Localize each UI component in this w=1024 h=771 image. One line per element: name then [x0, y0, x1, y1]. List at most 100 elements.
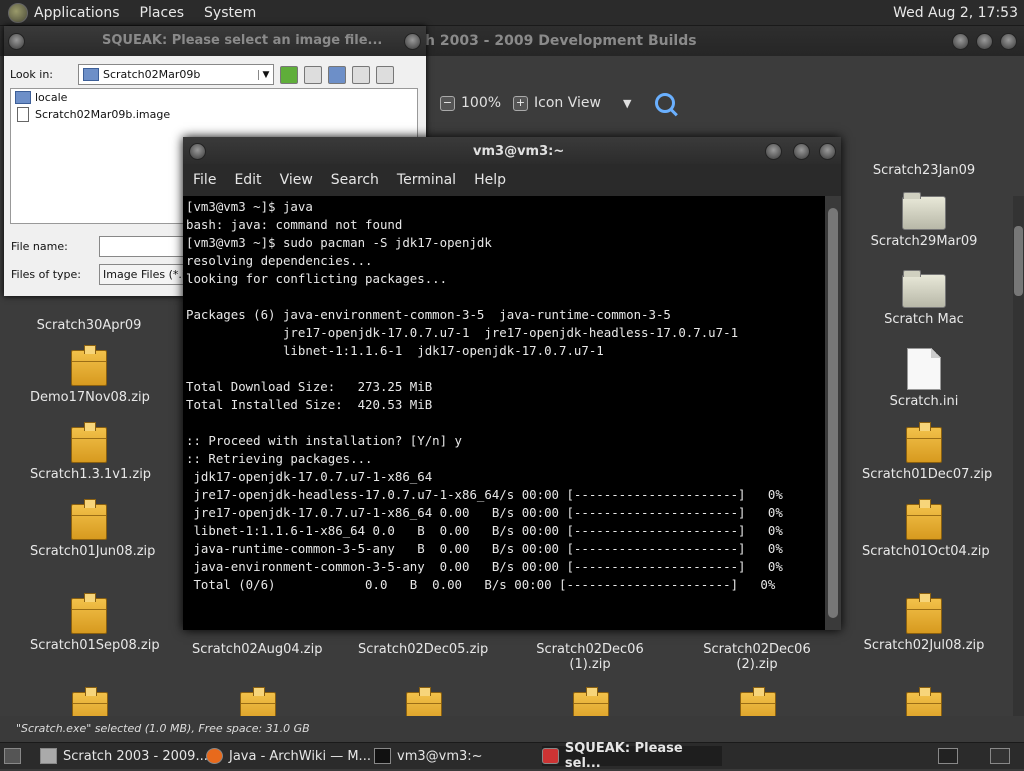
- details-view-icon[interactable]: [376, 65, 394, 84]
- list-item[interactable]: Scratch02Mar09b.image: [11, 106, 417, 123]
- maximize-button[interactable]: [793, 143, 810, 160]
- document-icon: [907, 348, 941, 390]
- window-menu-button[interactable]: [8, 33, 25, 50]
- places-menu[interactable]: Places: [140, 5, 185, 21]
- terminal-line: looking for conflicting packages...: [186, 271, 448, 286]
- terminal-scrollbar[interactable]: [825, 196, 841, 630]
- file-name-input[interactable]: [99, 236, 191, 257]
- file-icon-item[interactable]: Demo17Nov08.zip: [30, 345, 150, 405]
- file-icon-item[interactable]: Scratch02Dec06 (1).zip: [516, 642, 664, 672]
- up-folder-icon[interactable]: [280, 65, 298, 84]
- file-icon-item[interactable]: Scratch02Dec06 (2).zip: [692, 642, 822, 672]
- task-terminal[interactable]: vm3@vm3:~: [374, 746, 483, 766]
- file-label: Scratch Mac: [884, 312, 964, 327]
- terminal-titlebar[interactable]: vm3@vm3:~: [183, 137, 841, 164]
- terminal-line: bash: java: command not found: [186, 217, 403, 232]
- taskbar: Scratch 2003 - 2009... Java - ArchWiki —…: [0, 741, 1024, 771]
- system-menu[interactable]: System: [204, 5, 256, 21]
- file-icon-item[interactable]: Scratch01Dec07.zip: [862, 422, 993, 482]
- file-icon-item[interactable]: Scratch1.3.1v1.zip: [30, 422, 152, 482]
- home-icon[interactable]: [304, 65, 322, 84]
- file-icon-item[interactable]: Scratch29Mar09: [866, 192, 982, 249]
- file-icon-item[interactable]: Scratch01Oct04.zip: [862, 499, 990, 559]
- workspace-switcher-icon[interactable]: [938, 746, 964, 766]
- new-folder-icon[interactable]: [328, 65, 346, 84]
- close-button[interactable]: [819, 143, 836, 160]
- file-label: Scratch01Jun08.zip: [30, 544, 156, 559]
- file-label: Scratch01Dec07.zip: [862, 467, 993, 482]
- task-file-manager[interactable]: Scratch 2003 - 2009...: [40, 746, 208, 766]
- file-manager-title: h 2003 - 2009 Development Builds: [425, 33, 697, 49]
- terminal-icon: [374, 748, 391, 764]
- shade-button[interactable]: [765, 143, 782, 160]
- window-menu-button[interactable]: [189, 143, 206, 160]
- menu-file[interactable]: File: [193, 172, 216, 188]
- menu-help[interactable]: Help: [474, 172, 506, 188]
- clock[interactable]: Wed Aug 2, 17:53: [893, 5, 1018, 21]
- look-in-select[interactable]: Scratch02Mar09b ▼: [78, 64, 274, 85]
- archive-icon: [71, 593, 107, 634]
- task-squeak[interactable]: SQUEAK: Please sel...: [542, 741, 722, 771]
- archive-icon: [906, 422, 942, 463]
- trash-icon[interactable]: [990, 746, 1016, 766]
- task-browser[interactable]: Java - ArchWiki — M...: [206, 746, 371, 766]
- file-icon-item[interactable]: Scratch02Aug04.zip: [192, 642, 322, 657]
- search-icon[interactable]: [655, 93, 676, 113]
- file-icon-item[interactable]: Scratch01Jun08.zip: [30, 499, 156, 559]
- terminal-line: [vm3@vm3 ~]$ java: [186, 199, 313, 214]
- scrollbar-thumb[interactable]: [1014, 226, 1023, 296]
- menu-terminal[interactable]: Terminal: [397, 172, 456, 188]
- chevron-down-icon[interactable]: ▼: [258, 69, 273, 80]
- distro-logo-icon[interactable]: [8, 2, 28, 23]
- file-icon-item[interactable]: Scratch23Jan09: [866, 163, 982, 178]
- close-button[interactable]: [404, 33, 421, 50]
- view-mode-select[interactable]: Icon View: [534, 95, 601, 111]
- file-icon-item[interactable]: Scratch01Sep08.zip: [30, 593, 160, 653]
- menu-search[interactable]: Search: [331, 172, 379, 188]
- terminal-window: vm3@vm3:~ File Edit View Search Terminal…: [183, 137, 841, 630]
- status-text: "Scratch.exe" selected (1.0 MB), Free sp…: [16, 722, 310, 735]
- terminal-line: java-environment-common-3-5-any 0.00 B/s…: [186, 559, 783, 574]
- zoom-in-button[interactable]: +: [513, 95, 529, 111]
- folder-icon: [902, 192, 946, 230]
- applications-menu[interactable]: Applications: [34, 5, 120, 21]
- file-manager-scrollbar[interactable]: [1013, 196, 1024, 736]
- scrollbar-thumb[interactable]: [828, 208, 838, 618]
- archive-icon: [906, 499, 942, 540]
- task-label: Scratch 2003 - 2009...: [63, 748, 208, 764]
- terminal-line: :: Retrieving packages...: [186, 451, 373, 466]
- file-label: Scratch23Jan09: [872, 163, 976, 178]
- file-type-select[interactable]: Image Files (*.ir: [99, 264, 191, 285]
- terminal-line: resolving dependencies...: [186, 253, 373, 268]
- file-label: Scratch1.3.1v1.zip: [30, 467, 152, 482]
- terminal-line: Total (0/6) 0.0 B 0.00 B/s 00:00 [------…: [186, 577, 776, 592]
- file-icon-item[interactable]: Scratch.ini: [866, 348, 982, 409]
- close-button[interactable]: [1000, 33, 1017, 50]
- file-label: Scratch02Aug04.zip: [192, 642, 323, 657]
- chevron-down-icon[interactable]: ▼: [623, 97, 631, 110]
- menu-edit[interactable]: Edit: [234, 172, 261, 188]
- squeak-titlebar[interactable]: SQUEAK: Please select an image file...: [4, 26, 426, 56]
- zoom-out-button[interactable]: −: [440, 95, 455, 111]
- file-label: Demo17Nov08.zip: [30, 390, 150, 405]
- file-icon-item[interactable]: Scratch30Apr09: [30, 318, 148, 333]
- list-item[interactable]: locale: [11, 89, 417, 106]
- list-view-icon[interactable]: [352, 65, 370, 84]
- maximize-button[interactable]: [976, 33, 993, 50]
- show-desktop-button[interactable]: [4, 746, 27, 766]
- terminal-line: Total Installed Size: 420.53 MiB: [186, 397, 433, 412]
- terminal-line: [vm3@vm3 ~]$ sudo pacman -S jdk17-openjd…: [186, 235, 492, 250]
- look-in-value: Scratch02Mar09b: [103, 68, 201, 81]
- file-manager-toolbar: − 100% + Icon View ▼: [428, 88, 1024, 118]
- menu-view[interactable]: View: [280, 172, 313, 188]
- file-icon-item[interactable]: Scratch02Dec05.zip: [358, 642, 488, 657]
- file-icon-item[interactable]: Scratch Mac: [866, 270, 982, 327]
- archive-icon: [71, 422, 107, 463]
- terminal-line: Total Download Size: 273.25 MiB: [186, 379, 433, 394]
- archive-icon: [906, 593, 942, 634]
- terminal-output[interactable]: [vm3@vm3 ~]$ java bash: java: command not…: [183, 196, 825, 630]
- terminal-line: libnet-1:1.1.6-1 jdk17-openjdk-17.0.7.u7…: [186, 343, 604, 358]
- file-icon-item[interactable]: Scratch02Jul08.zip: [862, 593, 986, 653]
- minimize-button[interactable]: [952, 33, 969, 50]
